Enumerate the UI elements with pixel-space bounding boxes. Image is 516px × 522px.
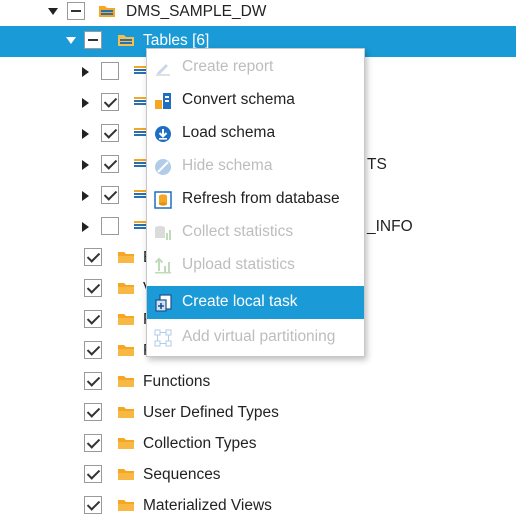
folder-icon <box>117 436 135 450</box>
tree-node-label: Sequences <box>143 466 221 483</box>
expand-arrow-icon[interactable] <box>82 160 89 170</box>
menu-item-convert-schema[interactable]: Convert schema <box>147 84 364 117</box>
tree-checkbox[interactable] <box>101 124 119 142</box>
report-icon <box>154 59 172 77</box>
tree-checkbox[interactable] <box>84 341 102 359</box>
tree-checkbox[interactable] <box>101 62 119 80</box>
folder-icon <box>117 374 135 388</box>
folder-icon <box>117 498 135 512</box>
tree-checkbox[interactable] <box>84 248 102 266</box>
tree-node-label: DMS_SAMPLE_DW <box>126 3 267 20</box>
tree-checkbox[interactable] <box>84 465 102 483</box>
expand-arrow-icon[interactable] <box>66 37 76 44</box>
tree-checkbox[interactable] <box>84 31 102 49</box>
menu-item-create-local-task[interactable]: Create local task <box>147 286 364 319</box>
tree-checkbox[interactable] <box>84 496 102 514</box>
menu-item-create-report[interactable]: Create report <box>147 51 364 84</box>
tree-node-label: Materialized Views <box>143 497 272 514</box>
expand-arrow-icon[interactable] <box>48 8 58 15</box>
context-menu: Create report Convert schema Load schema… <box>146 48 365 357</box>
convert-schema-icon <box>154 92 172 110</box>
menu-item-refresh-from-database[interactable]: Refresh from database <box>147 183 364 216</box>
tree-checkbox[interactable] <box>101 186 119 204</box>
tree-node-label: User Defined Types <box>143 404 279 421</box>
folder-icon <box>117 405 135 419</box>
expand-arrow-icon[interactable] <box>82 191 89 201</box>
menu-item-add-virtual-partitioning[interactable]: Add virtual partitioning <box>147 321 364 354</box>
tree-checkbox[interactable] <box>67 2 85 20</box>
expand-arrow-icon[interactable] <box>82 129 89 139</box>
tree-row-category[interactable]: Functions <box>0 367 516 398</box>
tree-row-root[interactable]: DMS_SAMPLE_DW <box>0 0 516 28</box>
folder-icon <box>117 312 135 326</box>
tree-node-label: TS <box>367 156 387 173</box>
tree-node-label: Functions <box>143 373 211 390</box>
tables-folder-icon <box>117 33 135 47</box>
menu-item-upload-statistics[interactable]: Upload statistics <box>147 249 364 282</box>
tree-row-category[interactable]: Sequences <box>0 460 516 491</box>
folder-icon <box>117 467 135 481</box>
tree-checkbox[interactable] <box>101 93 119 111</box>
tree-row-category[interactable]: Collection Types <box>0 429 516 460</box>
tree-checkbox[interactable] <box>84 372 102 390</box>
tree-node-label: _INFO <box>367 218 413 235</box>
tree-checkbox[interactable] <box>84 403 102 421</box>
schema-folder-icon <box>98 4 116 18</box>
folder-icon <box>117 250 135 264</box>
menu-item-collect-statistics[interactable]: Collect statistics <box>147 216 364 249</box>
expand-arrow-icon[interactable] <box>82 67 89 77</box>
expand-arrow-icon[interactable] <box>82 98 89 108</box>
folder-icon <box>117 281 135 295</box>
menu-item-hide-schema[interactable]: Hide schema <box>147 150 364 183</box>
collect-statistics-icon <box>154 224 172 242</box>
create-task-icon <box>154 294 172 312</box>
tree-checkbox[interactable] <box>84 279 102 297</box>
tree-checkbox[interactable] <box>101 217 119 235</box>
tree-node-label: Collection Types <box>143 435 257 452</box>
tree-checkbox[interactable] <box>84 310 102 328</box>
menu-item-load-schema[interactable]: Load schema <box>147 117 364 150</box>
expand-arrow-icon[interactable] <box>82 222 89 232</box>
hide-schema-icon <box>154 158 172 176</box>
folder-icon <box>117 343 135 357</box>
tree-checkbox[interactable] <box>101 155 119 173</box>
tree-checkbox[interactable] <box>84 434 102 452</box>
upload-statistics-icon <box>154 257 172 275</box>
tree-row-category[interactable]: Materialized Views <box>0 491 516 522</box>
load-schema-icon <box>154 125 172 143</box>
tree-row-category[interactable]: User Defined Types <box>0 398 516 429</box>
refresh-database-icon <box>154 191 172 209</box>
partitioning-icon <box>154 329 172 347</box>
